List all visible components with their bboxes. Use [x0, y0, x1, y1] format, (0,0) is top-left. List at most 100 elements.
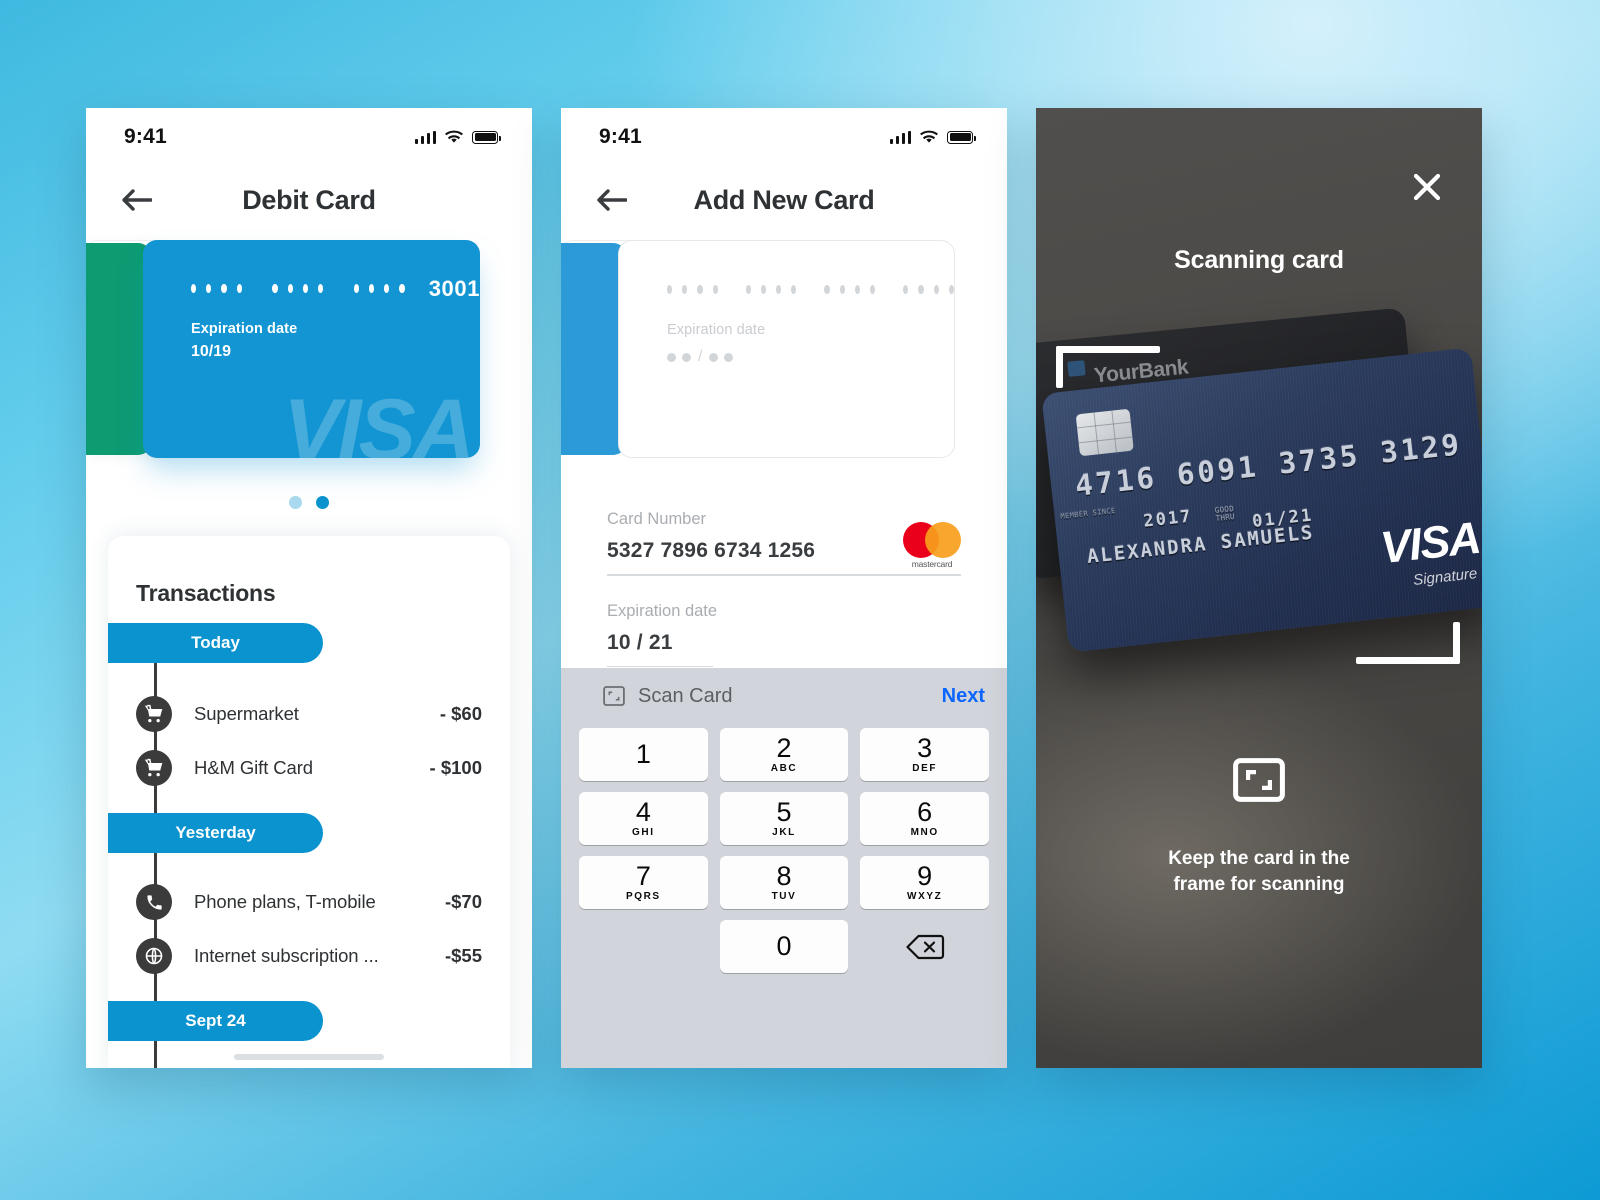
keypad-row: 0 — [579, 920, 989, 973]
transaction-name: Internet subscription ... — [194, 945, 379, 966]
key-number: 7 — [635, 861, 651, 891]
key-number: 6 — [917, 797, 933, 827]
masked-dot — [854, 285, 860, 294]
masked-dot — [318, 284, 324, 293]
close-button[interactable] — [1406, 166, 1448, 208]
back-arrow-icon — [597, 189, 627, 211]
table-row[interactable]: Supermarket - $60 — [108, 687, 510, 741]
transaction-group-label: Sept 24 — [108, 1001, 323, 1041]
transaction-group-label: Today — [108, 623, 323, 663]
status-icons — [414, 130, 501, 144]
key-letters: DEF — [912, 763, 938, 774]
key-5[interactable]: 5 JKL — [719, 792, 849, 845]
expiration-input[interactable]: 10 / 21 — [607, 631, 961, 655]
masked-dot — [353, 284, 360, 293]
transactions-timeline: Today Supermarket - $60 H&M Gift Card - … — [108, 623, 510, 1068]
masked-dot — [384, 284, 390, 293]
wifi-icon — [445, 130, 463, 143]
card-expiration-label: Expiration date — [667, 322, 766, 338]
backspace-key[interactable] — [860, 920, 989, 973]
transaction-amount: - $60 — [439, 703, 482, 724]
shopping-cart-icon — [136, 696, 172, 732]
key-letters: WXYZ — [907, 891, 943, 902]
emv-chip-icon — [1075, 408, 1134, 457]
key-7[interactable]: 7 PQRS — [579, 856, 708, 909]
key-letters: ABC — [770, 763, 798, 774]
key-2[interactable]: 2 ABC — [719, 728, 849, 781]
key-0[interactable]: 0 — [719, 920, 849, 973]
card-form: Card Number 5327 7896 6734 1256 masterca… — [561, 480, 1007, 668]
transaction-amount: -$70 — [444, 891, 482, 912]
scan-card-button[interactable]: Scan Card — [603, 685, 733, 708]
globe-icon — [136, 938, 172, 974]
card-number-field[interactable]: Card Number 5327 7896 6734 1256 masterca… — [607, 510, 961, 576]
masked-dot — [745, 285, 751, 294]
key-4[interactable]: 4 GHI — [579, 792, 708, 845]
card-carousel[interactable]: Expiration date / — [561, 240, 1007, 480]
transaction-name: H&M Gift Card — [194, 757, 313, 778]
masked-dot — [287, 284, 293, 293]
masked-dot — [667, 285, 673, 294]
table-row[interactable]: H&M Gift Card - $100 — [108, 741, 510, 795]
transaction-group-label: Yesterday — [108, 813, 323, 853]
masked-dot — [302, 284, 309, 293]
masked-dot — [206, 284, 212, 293]
debit-card-visa[interactable]: 3001 Expiration date 10/19 VISA — [143, 240, 480, 458]
key-number: 3 — [917, 733, 933, 763]
transaction-amount: - $100 — [429, 757, 482, 778]
camera-viewfinder: YourBank 4716 6091 3735 3129 MEMBER SINC… — [1036, 108, 1482, 1068]
pager-dot-1[interactable] — [289, 496, 302, 509]
close-icon — [1413, 173, 1441, 201]
scanning-hint-line1: Keep the card in the — [1168, 848, 1350, 869]
table-row[interactable]: Phone plans, T-mobile -$70 — [108, 1063, 510, 1068]
masked-dot — [760, 285, 767, 294]
backspace-icon — [906, 934, 944, 959]
key-number: 1 — [635, 739, 651, 769]
nav-bar: Add New Card — [561, 166, 1007, 234]
key-letters: PQRS — [625, 891, 661, 902]
masked-dot — [682, 352, 691, 362]
key-letters: MNO — [910, 827, 939, 838]
carousel-pager[interactable] — [86, 496, 532, 509]
card-sheen — [1041, 347, 1482, 653]
masked-dot — [221, 284, 227, 293]
field-underline — [607, 574, 961, 576]
transaction-amount: -$55 — [444, 945, 482, 966]
key-number: 5 — [776, 797, 792, 827]
back-button[interactable] — [591, 179, 633, 221]
masked-dot — [869, 285, 876, 294]
card-carousel[interactable]: 3001 Expiration date 10/19 VISA — [86, 240, 532, 480]
key-1[interactable]: 1 — [579, 728, 708, 781]
pager-dot-2[interactable] — [316, 496, 329, 509]
visa-logo-watermark: VISA — [283, 382, 475, 458]
table-row[interactable]: Internet subscription ... -$55 — [108, 929, 510, 983]
phone-screen-debit-card: 9:41 Debit Card 3001 Expiration date 10/… — [86, 108, 532, 1068]
key-3[interactable]: 3 DEF — [860, 728, 990, 781]
masked-dot — [682, 285, 688, 294]
card-expiration-placeholder: / — [619, 348, 954, 366]
back-button[interactable] — [116, 179, 158, 221]
key-8[interactable]: 8 TUV — [719, 856, 849, 909]
key-number: 8 — [776, 861, 792, 891]
battery-icon — [947, 130, 976, 144]
frame-bracket-bottom-right — [1356, 622, 1460, 664]
phone-screen-add-new-card: 9:41 Add New Card Expiration date / Card… — [561, 108, 1007, 1068]
home-indicator — [234, 1054, 384, 1060]
key-9[interactable]: 9 WXYZ — [860, 856, 990, 909]
masked-dot — [697, 285, 703, 294]
nav-bar: Debit Card — [86, 166, 532, 234]
next-button[interactable]: Next — [942, 685, 985, 708]
masked-dot — [791, 285, 797, 294]
mastercard-icon: mastercard — [903, 522, 961, 569]
signal-bars-icon — [414, 130, 436, 144]
keypad-row: 4 GHI 5 JKL 6 MNO — [579, 792, 990, 845]
expiration-field[interactable]: Expiration date 10 / 21 — [607, 602, 961, 668]
key-letters: GHI — [632, 827, 655, 838]
key-letters: TUV — [771, 891, 797, 902]
new-card-placeholder[interactable]: Expiration date / — [618, 240, 955, 458]
table-row[interactable]: Phone plans, T-mobile -$70 — [108, 875, 510, 929]
masked-dot — [824, 285, 830, 294]
masked-dot — [712, 285, 718, 294]
key-6[interactable]: 6 MNO — [860, 792, 990, 845]
slash-separator: / — [698, 348, 703, 365]
